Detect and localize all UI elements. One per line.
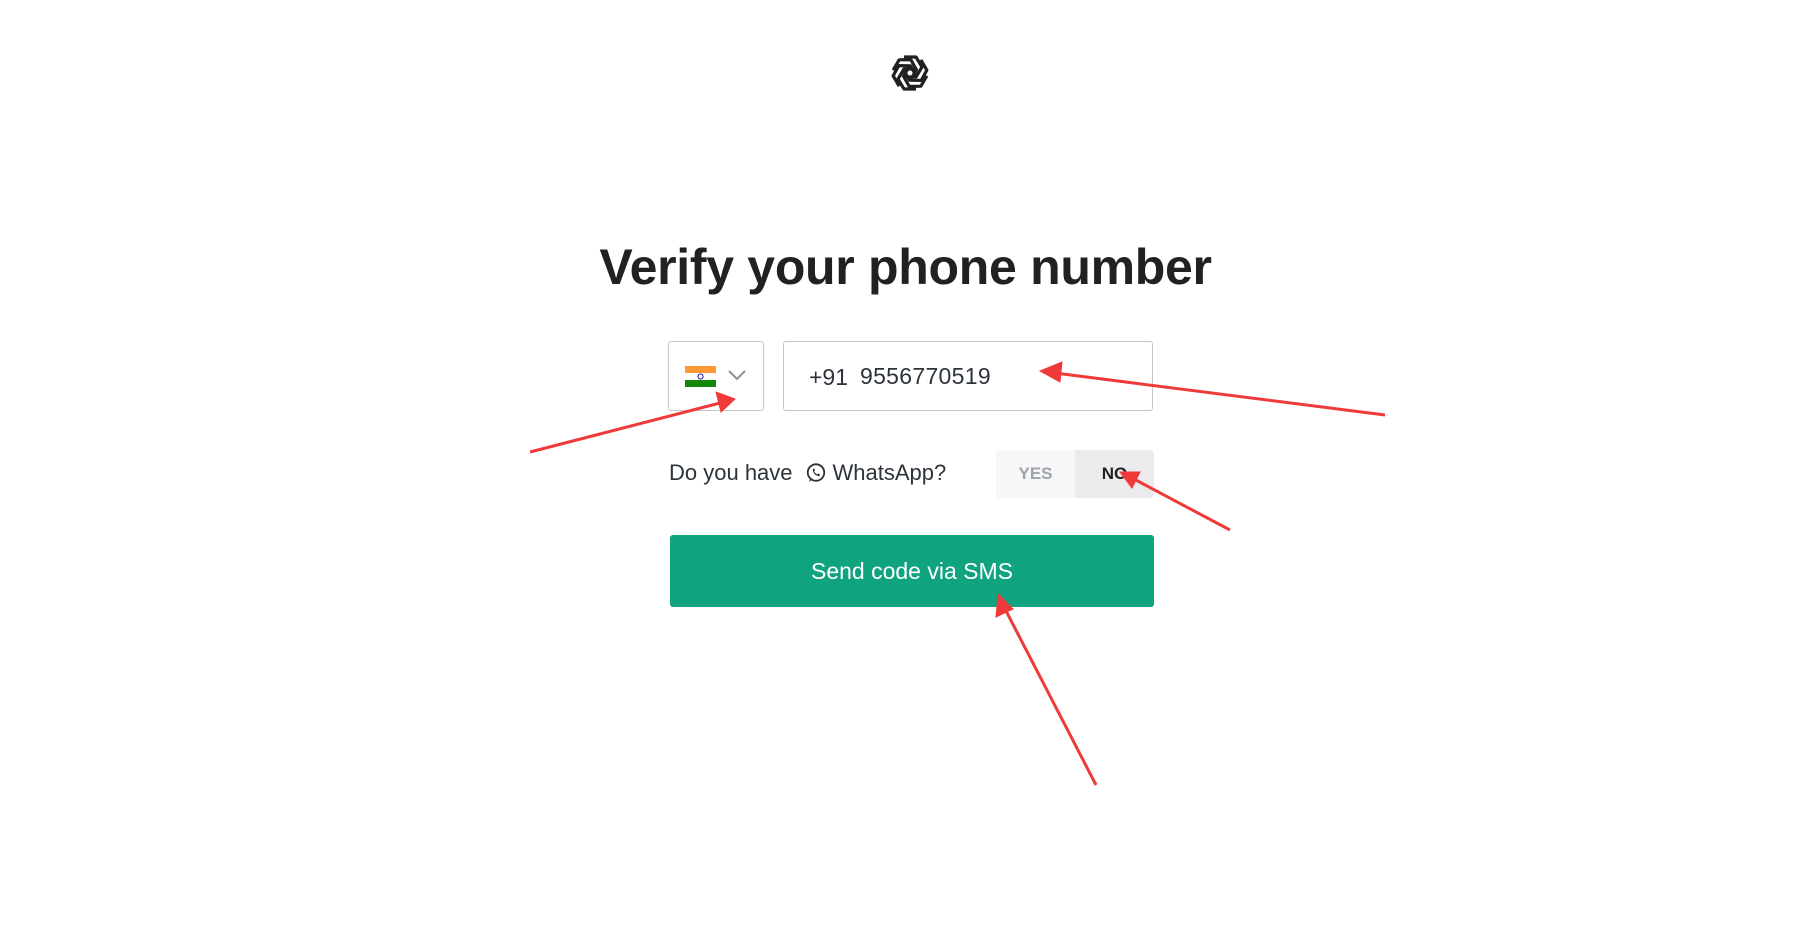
verify-phone-page: Verify your phone number +91 Do you have…	[0, 0, 1811, 945]
page-title: Verify your phone number	[599, 239, 1212, 295]
india-flag-icon	[685, 366, 716, 387]
dial-code-label: +91	[809, 364, 849, 390]
whatsapp-question: Do you have WhatsApp?	[669, 458, 946, 488]
phone-number-field: +91	[783, 341, 1153, 411]
annotation-arrow-send	[995, 592, 1098, 786]
openai-logo-icon	[891, 55, 929, 91]
send-code-button[interactable]: Send code via SMS	[670, 535, 1154, 607]
whatsapp-question-prefix: Do you have	[669, 460, 793, 485]
whatsapp-yes-option[interactable]: YES	[996, 450, 1075, 498]
whatsapp-question-label: WhatsApp?	[832, 460, 947, 485]
chevron-down-icon	[728, 370, 746, 381]
country-code-select[interactable]	[668, 341, 764, 411]
whatsapp-icon	[806, 463, 825, 482]
phone-number-input[interactable]	[860, 356, 1130, 396]
whatsapp-no-option[interactable]: NO	[1075, 450, 1154, 498]
whatsapp-toggle: YES NO	[996, 450, 1154, 498]
